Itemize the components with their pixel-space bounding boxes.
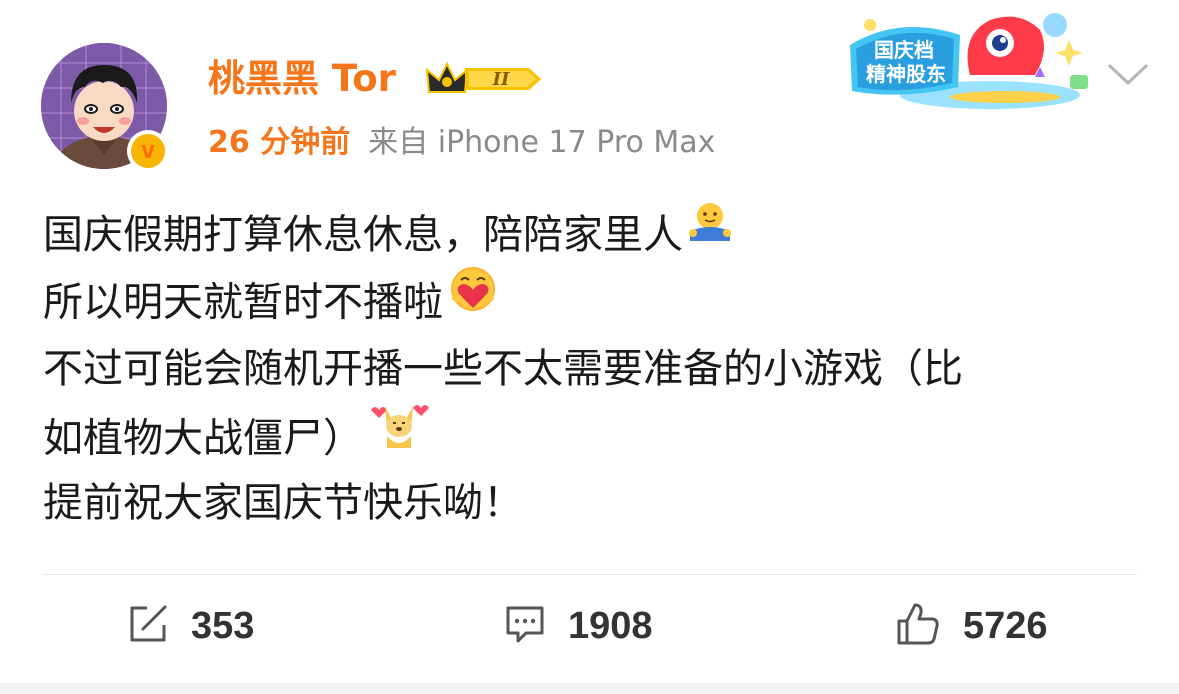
verified-badge-icon: v — [127, 130, 169, 172]
post-time: 26 分钟前 — [208, 125, 351, 160]
shiba-love-emoji-icon — [367, 398, 431, 473]
content-line: 不过可能会随机开播一些不太需要准备的小游戏（比 — [43, 336, 1153, 403]
comment-icon — [504, 603, 546, 649]
repost-icon — [127, 603, 169, 649]
content-text: 国庆假期打算休息休息，陪陪家里人 — [43, 212, 683, 258]
content-text: 不过可能会随机开播一些不太需要准备的小游戏（比 — [43, 346, 963, 392]
comment-button[interactable]: 1908 — [504, 600, 653, 652]
chevron-down-icon[interactable] — [1106, 62, 1150, 92]
content-line: 提前祝大家国庆节快乐呦！ — [43, 470, 1153, 537]
level-text: II — [492, 69, 510, 90]
repost-count: 353 — [191, 604, 255, 647]
bottom-separator — [0, 683, 1179, 694]
like-button[interactable]: 5726 — [895, 600, 1048, 652]
content-text: 提前祝大家国庆节快乐呦！ — [43, 480, 523, 526]
like-count: 5726 — [963, 604, 1048, 647]
content-text: 如植物大战僵尸） — [43, 415, 363, 462]
thumbs-up-icon — [895, 601, 941, 651]
divider — [43, 574, 1137, 575]
crown-level-icon[interactable]: II — [425, 58, 545, 104]
post-content: 国庆假期打算休息休息，陪陪家里人 所以明天就暂时不播啦 不过可能会随机开播一些不… — [43, 202, 1153, 537]
sticker-title: 国庆档 — [874, 38, 934, 62]
content-line: 如植物大战僵尸） — [43, 403, 1153, 470]
post-source: 来自 iPhone 17 Pro Max — [368, 125, 716, 160]
post-meta: 26 分钟前 来自 iPhone 17 Pro Max — [208, 123, 715, 163]
hug-emoji-icon — [687, 199, 733, 266]
repost-button[interactable]: 353 — [127, 600, 254, 652]
sticker-subtitle: 精神股东 — [866, 62, 946, 86]
national-day-sticker[interactable]: 国庆档 精神股东 — [840, 5, 1090, 119]
heart-hug-emoji-icon — [447, 264, 499, 335]
content-text: 所以明天就暂时不播啦 — [43, 279, 443, 326]
comment-count: 1908 — [568, 604, 653, 647]
content-line: 国庆假期打算休息休息，陪陪家里人 — [43, 202, 1153, 269]
content-line: 所以明天就暂时不播啦 — [43, 267, 1153, 336]
username[interactable]: 桃黑黑 Tor — [208, 57, 396, 101]
